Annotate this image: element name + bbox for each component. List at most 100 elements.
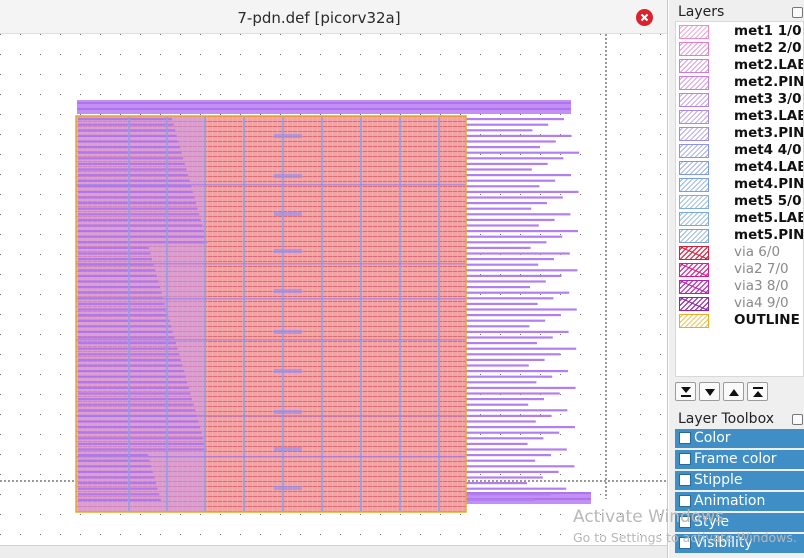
toolbox-checkbox[interactable]	[679, 432, 691, 444]
pin-label-row	[78, 420, 199, 423]
pin-label-row	[466, 123, 549, 126]
layer-item[interactable]: met3 3/0	[679, 91, 803, 108]
pin-label-row	[78, 207, 198, 210]
pin-label-row	[78, 448, 207, 451]
pin-label-row	[466, 157, 564, 160]
toolbox-item[interactable]: Stipple	[675, 471, 804, 490]
layout-canvas[interactable]	[0, 34, 668, 544]
vpwr-mark	[274, 330, 302, 334]
layer-item[interactable]: OUTLINE	[679, 312, 803, 329]
pin-label-row	[78, 246, 149, 249]
pin-label-row	[466, 291, 570, 294]
pin-label-row	[78, 230, 204, 233]
pin-label-row	[78, 179, 190, 182]
vpwr-mark	[274, 486, 302, 490]
pin-label-row	[466, 386, 576, 389]
pin-label-row	[466, 185, 540, 188]
pin-label-row	[466, 487, 567, 490]
layer-name: met5 5/0	[734, 193, 802, 209]
layer-swatch-icon	[679, 59, 709, 73]
layer-swatch-icon	[679, 229, 709, 243]
pin-label-row	[78, 274, 157, 277]
pin-label-row	[78, 252, 151, 255]
move-down-button[interactable]	[699, 382, 720, 401]
layer-item[interactable]: via 6/0	[679, 244, 803, 261]
layer-swatch-icon	[679, 127, 709, 141]
met4-strap	[438, 116, 440, 512]
layer-name: met1 1/0	[734, 23, 802, 39]
pin-label-row	[466, 426, 575, 429]
pin-label-row	[78, 174, 188, 177]
layer-list[interactable]: met1 1/0met2 2/0met2.LABELmet2.PINmet3 3…	[675, 21, 804, 377]
layer-item[interactable]: met3.PIN	[679, 125, 804, 142]
layer-item[interactable]: met5 5/0	[679, 193, 803, 210]
horizontal-scrollbar[interactable]	[0, 545, 667, 558]
pin-label-row	[78, 426, 200, 429]
move-to-top-button[interactable]	[747, 382, 768, 401]
toolbox-checkbox[interactable]	[679, 495, 691, 507]
pin-label-row	[78, 302, 165, 305]
layer-swatch-icon	[679, 314, 709, 328]
pin-label-row	[466, 482, 527, 485]
layer-item[interactable]: via4 9/0	[679, 295, 803, 312]
move-to-bottom-button[interactable]	[675, 382, 696, 401]
toolbox-label: Stipple	[694, 472, 743, 488]
close-button[interactable]	[636, 9, 653, 26]
layer-item[interactable]: met2 2/0	[679, 40, 803, 57]
pin-label-row	[78, 280, 159, 283]
pin-label-row	[466, 269, 578, 272]
layer-item[interactable]: met5.PIN	[679, 227, 804, 244]
pin-label-row	[466, 218, 555, 221]
layer-item[interactable]: met2.PIN	[679, 74, 803, 91]
pin-label-row	[466, 202, 547, 205]
layer-item[interactable]: met5.LABEL	[679, 210, 803, 227]
pin-label-row	[78, 392, 191, 395]
layer-item[interactable]: met2.LABEL	[679, 57, 803, 74]
layer-name: met3.PIN	[734, 125, 804, 141]
pin-label-row	[466, 162, 548, 165]
layer-item[interactable]: met3.LABEL	[679, 108, 803, 125]
pin-label-row	[466, 302, 538, 305]
layer-item[interactable]: met4.LABEL	[679, 159, 803, 176]
pin-label-row	[78, 336, 175, 339]
float-icon[interactable]	[792, 7, 803, 18]
layer-item[interactable]: via2 7/0	[679, 261, 803, 278]
pin-label-row	[466, 498, 535, 501]
pin-label-row	[466, 263, 539, 266]
toolbox-checkbox[interactable]	[679, 474, 691, 486]
move-up-button[interactable]	[723, 382, 744, 401]
layer-name: via3 8/0	[734, 278, 789, 294]
pin-label-row	[78, 330, 173, 333]
move-to-top-icon	[753, 387, 763, 397]
pin-label-row	[78, 213, 200, 216]
pin-label-row	[78, 409, 196, 412]
pin-label-row	[78, 381, 188, 384]
layer-item[interactable]: met1 1/0	[679, 23, 803, 40]
pin-label-row	[466, 286, 530, 289]
pin-label-row	[466, 409, 568, 412]
vpwr-mark	[274, 174, 302, 178]
layer-swatch-icon	[679, 144, 709, 158]
layer-item[interactable]: via3 8/0	[679, 278, 803, 295]
toolbox-item[interactable]: Frame color	[675, 450, 804, 469]
pin-label-row	[78, 134, 177, 137]
layer-name: met5.PIN	[734, 227, 804, 243]
met5-stripe	[76, 415, 466, 417]
toolbox-item[interactable]: Color	[675, 429, 804, 448]
pin-label-row	[466, 375, 553, 378]
pin-label-row	[78, 308, 167, 311]
vpwr-mark	[274, 212, 302, 216]
met5-stripe	[76, 339, 466, 341]
pin-label-row	[466, 118, 564, 121]
layer-item[interactable]: met4.PIN	[679, 176, 803, 193]
pin-label-row	[78, 162, 185, 165]
met5-stripe	[76, 456, 466, 458]
layout-view[interactable]: 7-pdn.def [picorv32a]	[0, 0, 668, 558]
layer-item[interactable]: met4 4/0	[679, 142, 803, 159]
toolbox-checkbox[interactable]	[679, 453, 691, 465]
float-icon[interactable]	[792, 414, 803, 425]
pin-label-row	[78, 398, 192, 401]
pin-label-row	[466, 246, 531, 249]
pin-label-row	[78, 269, 156, 272]
pin-label-row	[466, 459, 536, 462]
